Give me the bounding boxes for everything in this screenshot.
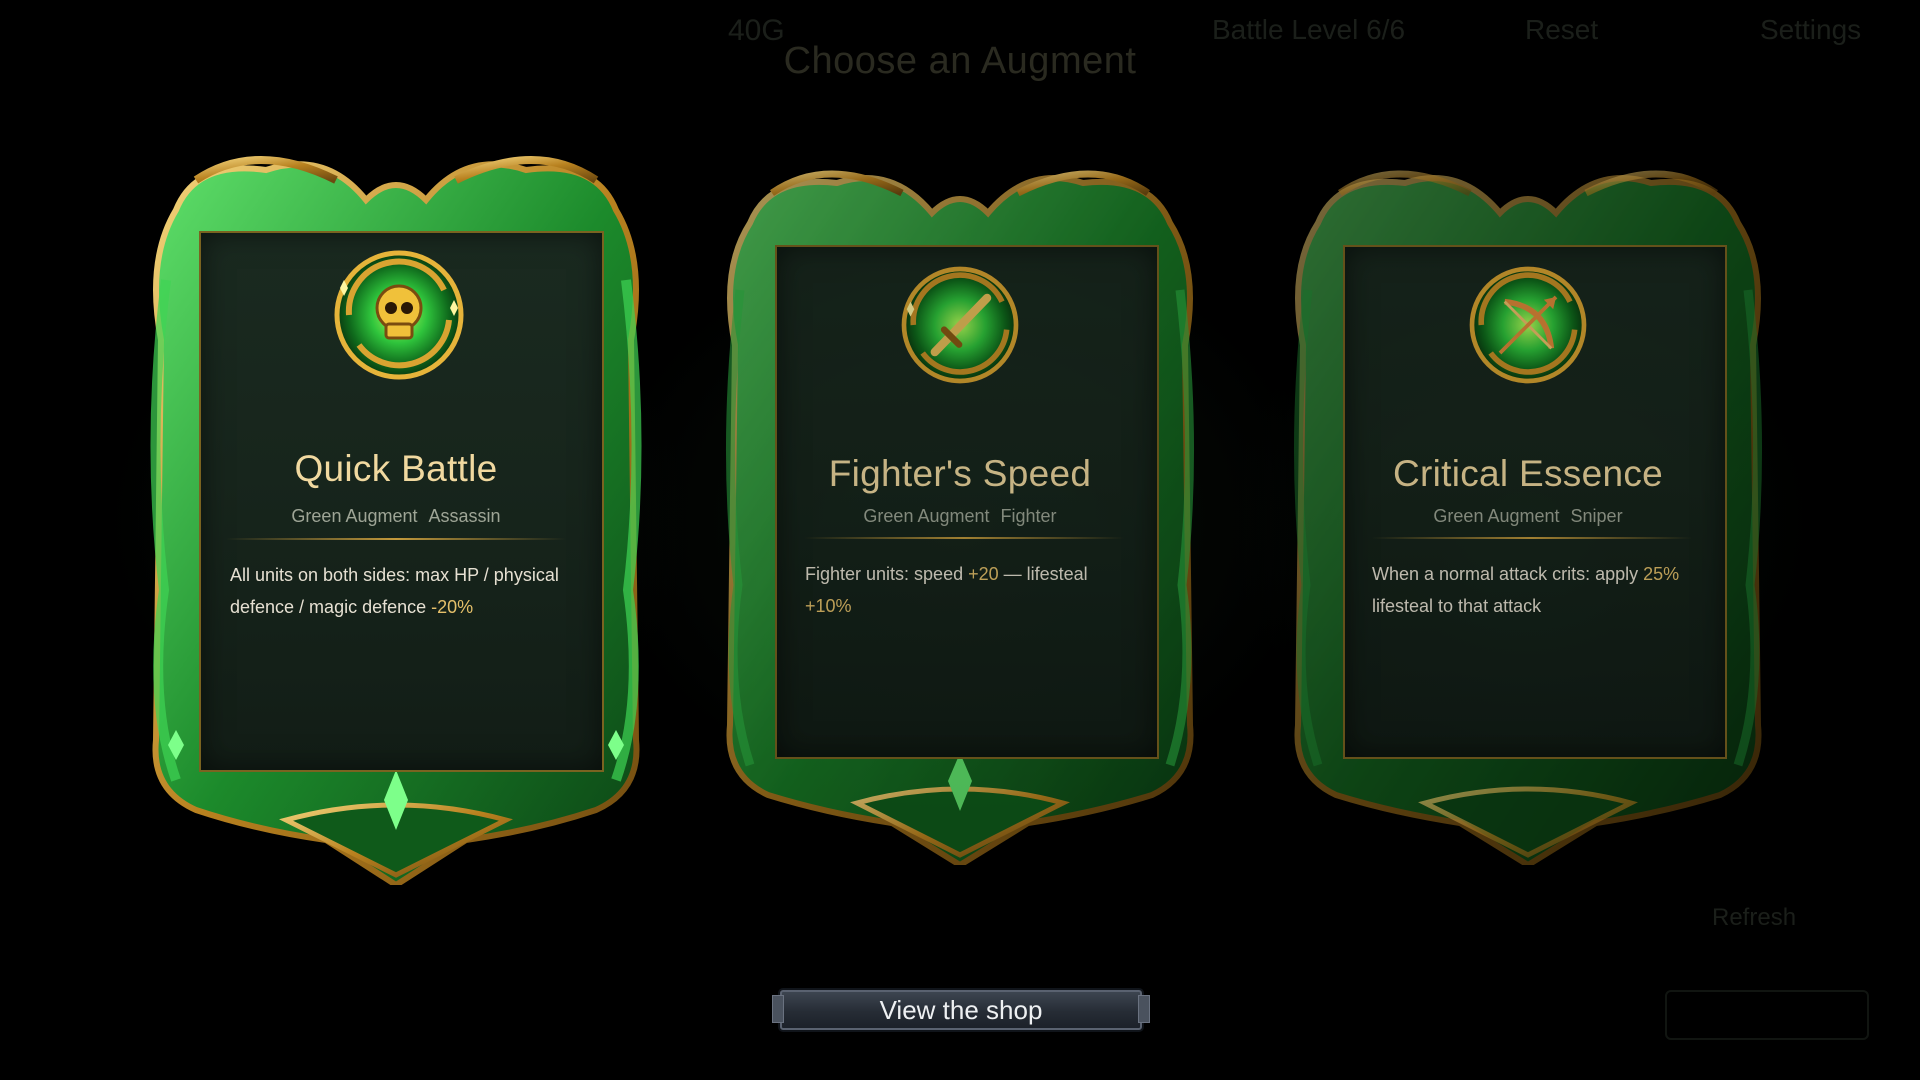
divider (804, 537, 1124, 539)
sword-icon (901, 266, 1019, 384)
augment-card-critical-essence[interactable]: Critical Essence Green Augment Sniper Wh… (1280, 155, 1776, 865)
desc-highlight: +10% (805, 596, 852, 616)
view-shop-label: View the shop (879, 995, 1043, 1025)
desc-highlight: 25% (1643, 564, 1680, 584)
divider (226, 538, 566, 540)
card-description: When a normal attack crits: apply 25% li… (1372, 558, 1702, 622)
overlay-title: Choose an Augment (783, 40, 1137, 82)
desc-highlight: -20% (431, 597, 474, 617)
desc-text: When a normal attack crits: apply (1372, 564, 1644, 584)
card-subtitle: Green Augment Sniper (1280, 506, 1776, 527)
card-tier: Green Augment (291, 506, 418, 526)
card-trait: Sniper (1570, 506, 1623, 526)
card-tier: Green Augment (1433, 506, 1560, 526)
desc-text: lifesteal to that attack (1372, 596, 1542, 616)
view-shop-button[interactable]: View the shop (772, 990, 1150, 1030)
card-title: Quick Battle (294, 448, 498, 489)
bottom-right-button[interactable] (1665, 990, 1869, 1040)
bow-icon (1469, 266, 1587, 384)
card-description: All units on both sides: max HP / physic… (230, 559, 580, 623)
skull-icon (334, 250, 464, 380)
augment-card-fighters-speed[interactable]: Fighter's Speed Green Augment Fighter Fi… (712, 155, 1208, 865)
card-description: Fighter units: speed +20 — lifesteal +10… (805, 558, 1135, 622)
desc-text: — lifesteal (998, 564, 1088, 584)
card-trait: Fighter (1000, 506, 1057, 526)
divider (1372, 537, 1692, 539)
desc-text: Fighter units: speed (805, 564, 969, 584)
card-title: Fighter's Speed (828, 453, 1092, 494)
refresh-label: Refresh (1712, 904, 1797, 931)
card-subtitle: Green Augment Fighter (712, 506, 1208, 527)
card-subtitle: Green Augment Assassin (136, 506, 656, 527)
card-title: Critical Essence (1392, 453, 1664, 494)
card-trait: Assassin (428, 506, 501, 526)
desc-highlight: +20 (968, 564, 999, 584)
card-tier: Green Augment (863, 506, 990, 526)
augment-card-quick-battle[interactable]: Quick Battle Green Augment Assassin All … (136, 140, 656, 885)
desc-text: All units on both sides: max HP / physic… (230, 565, 559, 617)
